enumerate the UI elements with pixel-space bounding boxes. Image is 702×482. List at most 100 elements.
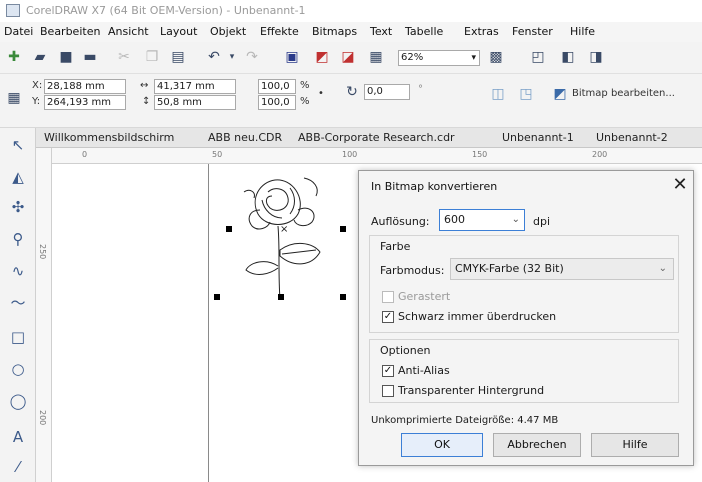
- bitmap-edit-button[interactable]: Bitmap bearbeiten...: [572, 88, 675, 99]
- standard-toolbar: ✚ ▰ ■ ▬ ✂ ❐ ▤ ↶ ▾ ↷ ▣ ◩ ◪ ▦ 62% ▾ ▩ ◰ ◧ …: [0, 42, 702, 74]
- redo-icon[interactable]: ↷: [244, 49, 260, 65]
- menu-text[interactable]: Text: [370, 25, 392, 38]
- ok-button[interactable]: OK: [401, 433, 483, 457]
- rectangle-tool-icon[interactable]: □: [9, 328, 27, 346]
- transparent-label: Transparenter Hintergrund: [398, 384, 545, 397]
- menu-datei[interactable]: Datei: [4, 25, 33, 38]
- new-document-icon[interactable]: ✚: [6, 49, 22, 65]
- width-field[interactable]: 41,317 mm: [154, 79, 236, 94]
- scale-x-field[interactable]: 100,0: [258, 79, 296, 94]
- scale-y-unit: %: [300, 96, 310, 107]
- overprint-checkbox[interactable]: ✓: [382, 311, 394, 323]
- menu-objekt[interactable]: Objekt: [210, 25, 246, 38]
- color-group: Farbe Farbmodus: CMYK-Farbe (32 Bit) ⌄ G…: [369, 235, 679, 333]
- transparent-checkbox[interactable]: [382, 385, 394, 397]
- snap-icon[interactable]: ◧: [560, 49, 576, 65]
- cut-icon[interactable]: ✂: [116, 49, 132, 65]
- open-icon[interactable]: ▰: [32, 49, 48, 65]
- mirror-horizontal-icon[interactable]: ◫: [490, 86, 506, 102]
- menu-extras[interactable]: Extras: [464, 25, 499, 38]
- selection-handle[interactable]: [340, 294, 346, 300]
- menu-hilfe[interactable]: Hilfe: [570, 25, 595, 38]
- dithered-label: Gerastert: [398, 290, 451, 303]
- tab-abb-neu[interactable]: ABB neu.CDR: [208, 131, 282, 144]
- width-icon: ↔: [140, 80, 149, 91]
- property-bar: ▦ X: 28,188 mm Y: 264,193 mm ↔ 41,317 mm…: [0, 74, 702, 128]
- rulers-icon[interactable]: ◰: [530, 49, 546, 65]
- help-button[interactable]: Hilfe: [591, 433, 679, 457]
- zoom-tool-icon[interactable]: ⚲: [9, 230, 27, 248]
- window-title: CorelDRAW X7 (64 Bit OEM-Version) - Unbe…: [26, 4, 306, 17]
- menu-bitmaps[interactable]: Bitmaps: [312, 25, 357, 38]
- resolution-input[interactable]: 600 ⌄: [439, 209, 525, 231]
- paste-icon[interactable]: ▤: [170, 49, 186, 65]
- dialog-title: In Bitmap konvertieren: [371, 180, 498, 193]
- application-launcher-icon[interactable]: ▦: [368, 49, 384, 65]
- vertical-ruler[interactable]: 250 200: [36, 148, 52, 482]
- undo-icon[interactable]: ↶: [206, 49, 222, 65]
- ellipse-tool-icon[interactable]: ○: [9, 360, 27, 378]
- menu-bearbeiten[interactable]: Bearbeiten: [40, 25, 100, 38]
- convert-to-bitmap-dialog: In Bitmap konvertieren ✕ Auflösung: 600 …: [358, 170, 694, 466]
- save-icon[interactable]: ■: [58, 49, 74, 65]
- color-mode-select[interactable]: CMYK-Farbe (32 Bit) ⌄: [450, 258, 674, 280]
- options-icon[interactable]: ◨: [588, 49, 604, 65]
- selection-handle[interactable]: [226, 226, 232, 232]
- freehand-tool-icon[interactable]: ∿: [9, 262, 27, 280]
- parallel-dimension-icon[interactable]: ⁄: [9, 458, 27, 476]
- y-position-field[interactable]: 264,193 mm: [44, 95, 126, 110]
- rose-illustration[interactable]: [220, 170, 350, 310]
- menu-tabelle[interactable]: Tabelle: [405, 25, 443, 38]
- crop-tool-icon[interactable]: ✣: [9, 198, 27, 216]
- close-icon[interactable]: ✕: [671, 174, 689, 195]
- tab-abb-corporate-research[interactable]: ABB-Corporate Research.cdr: [298, 131, 455, 144]
- import-icon[interactable]: ▣: [284, 49, 300, 65]
- object-origin-icon[interactable]: ▦: [6, 90, 22, 106]
- color-mode-label: Farbmodus:: [380, 264, 445, 277]
- dithered-checkbox[interactable]: [382, 291, 394, 303]
- cancel-button[interactable]: Abbrechen: [493, 433, 581, 457]
- center-marker: ×: [280, 224, 289, 235]
- pick-tool-icon[interactable]: ↖: [9, 136, 27, 154]
- text-tool-icon[interactable]: A: [9, 428, 27, 446]
- antialias-checkbox[interactable]: ✓: [382, 365, 394, 377]
- selection-handle[interactable]: [340, 226, 346, 232]
- rotation-field[interactable]: 0,0: [364, 84, 410, 100]
- chevron-down-icon: ▾: [471, 53, 476, 63]
- bitmap-edit-icon[interactable]: ◩: [552, 86, 568, 102]
- ruler-tick: 200: [592, 150, 608, 159]
- publish-icon[interactable]: ◪: [340, 49, 356, 65]
- resolution-label: Auflösung:: [371, 215, 430, 228]
- selection-handle[interactable]: [278, 294, 284, 300]
- height-icon: ↕: [142, 96, 151, 107]
- menu-layout[interactable]: Layout: [160, 25, 197, 38]
- copy-icon[interactable]: ❐: [144, 49, 160, 65]
- menu-effekte[interactable]: Effekte: [260, 25, 299, 38]
- page-border-left: [208, 164, 209, 482]
- scale-y-field[interactable]: 100,0: [258, 95, 296, 110]
- overprint-label: Schwarz immer überdrucken: [398, 310, 557, 323]
- export-icon[interactable]: ◩: [314, 49, 330, 65]
- tab-unbenannt-1[interactable]: Unbenannt-1: [502, 131, 574, 144]
- print-icon[interactable]: ▬: [82, 49, 98, 65]
- resolution-value: 600: [444, 213, 465, 226]
- menu-fenster[interactable]: Fenster: [512, 25, 553, 38]
- polygon-tool-icon[interactable]: ◯: [9, 392, 27, 410]
- undo-dropdown-icon[interactable]: ▾: [224, 49, 240, 65]
- antialias-label: Anti-Alias: [398, 364, 450, 377]
- y-label: Y:: [32, 96, 41, 107]
- full-screen-icon[interactable]: ▩: [488, 49, 504, 65]
- tab-unbenannt-2[interactable]: Unbenannt-2: [596, 131, 668, 144]
- horizontal-ruler[interactable]: % 0 50 100 150 200: [44, 148, 702, 164]
- artistic-media-icon[interactable]: 〜: [9, 294, 27, 312]
- shape-tool-icon[interactable]: ◭: [9, 168, 27, 186]
- lock-ratio-icon[interactable]: •: [318, 88, 324, 99]
- selection-handle[interactable]: [214, 294, 220, 300]
- x-position-field[interactable]: 28,188 mm: [44, 79, 126, 94]
- zoom-field[interactable]: 62% ▾: [398, 50, 480, 66]
- tab-welcome[interactable]: Willkommensbildschirm: [44, 131, 174, 144]
- height-field[interactable]: 50,8 mm: [154, 95, 236, 110]
- menu-ansicht[interactable]: Ansicht: [108, 25, 149, 38]
- options-group-label: Optionen: [380, 344, 431, 357]
- mirror-vertical-icon[interactable]: ◳: [518, 86, 534, 102]
